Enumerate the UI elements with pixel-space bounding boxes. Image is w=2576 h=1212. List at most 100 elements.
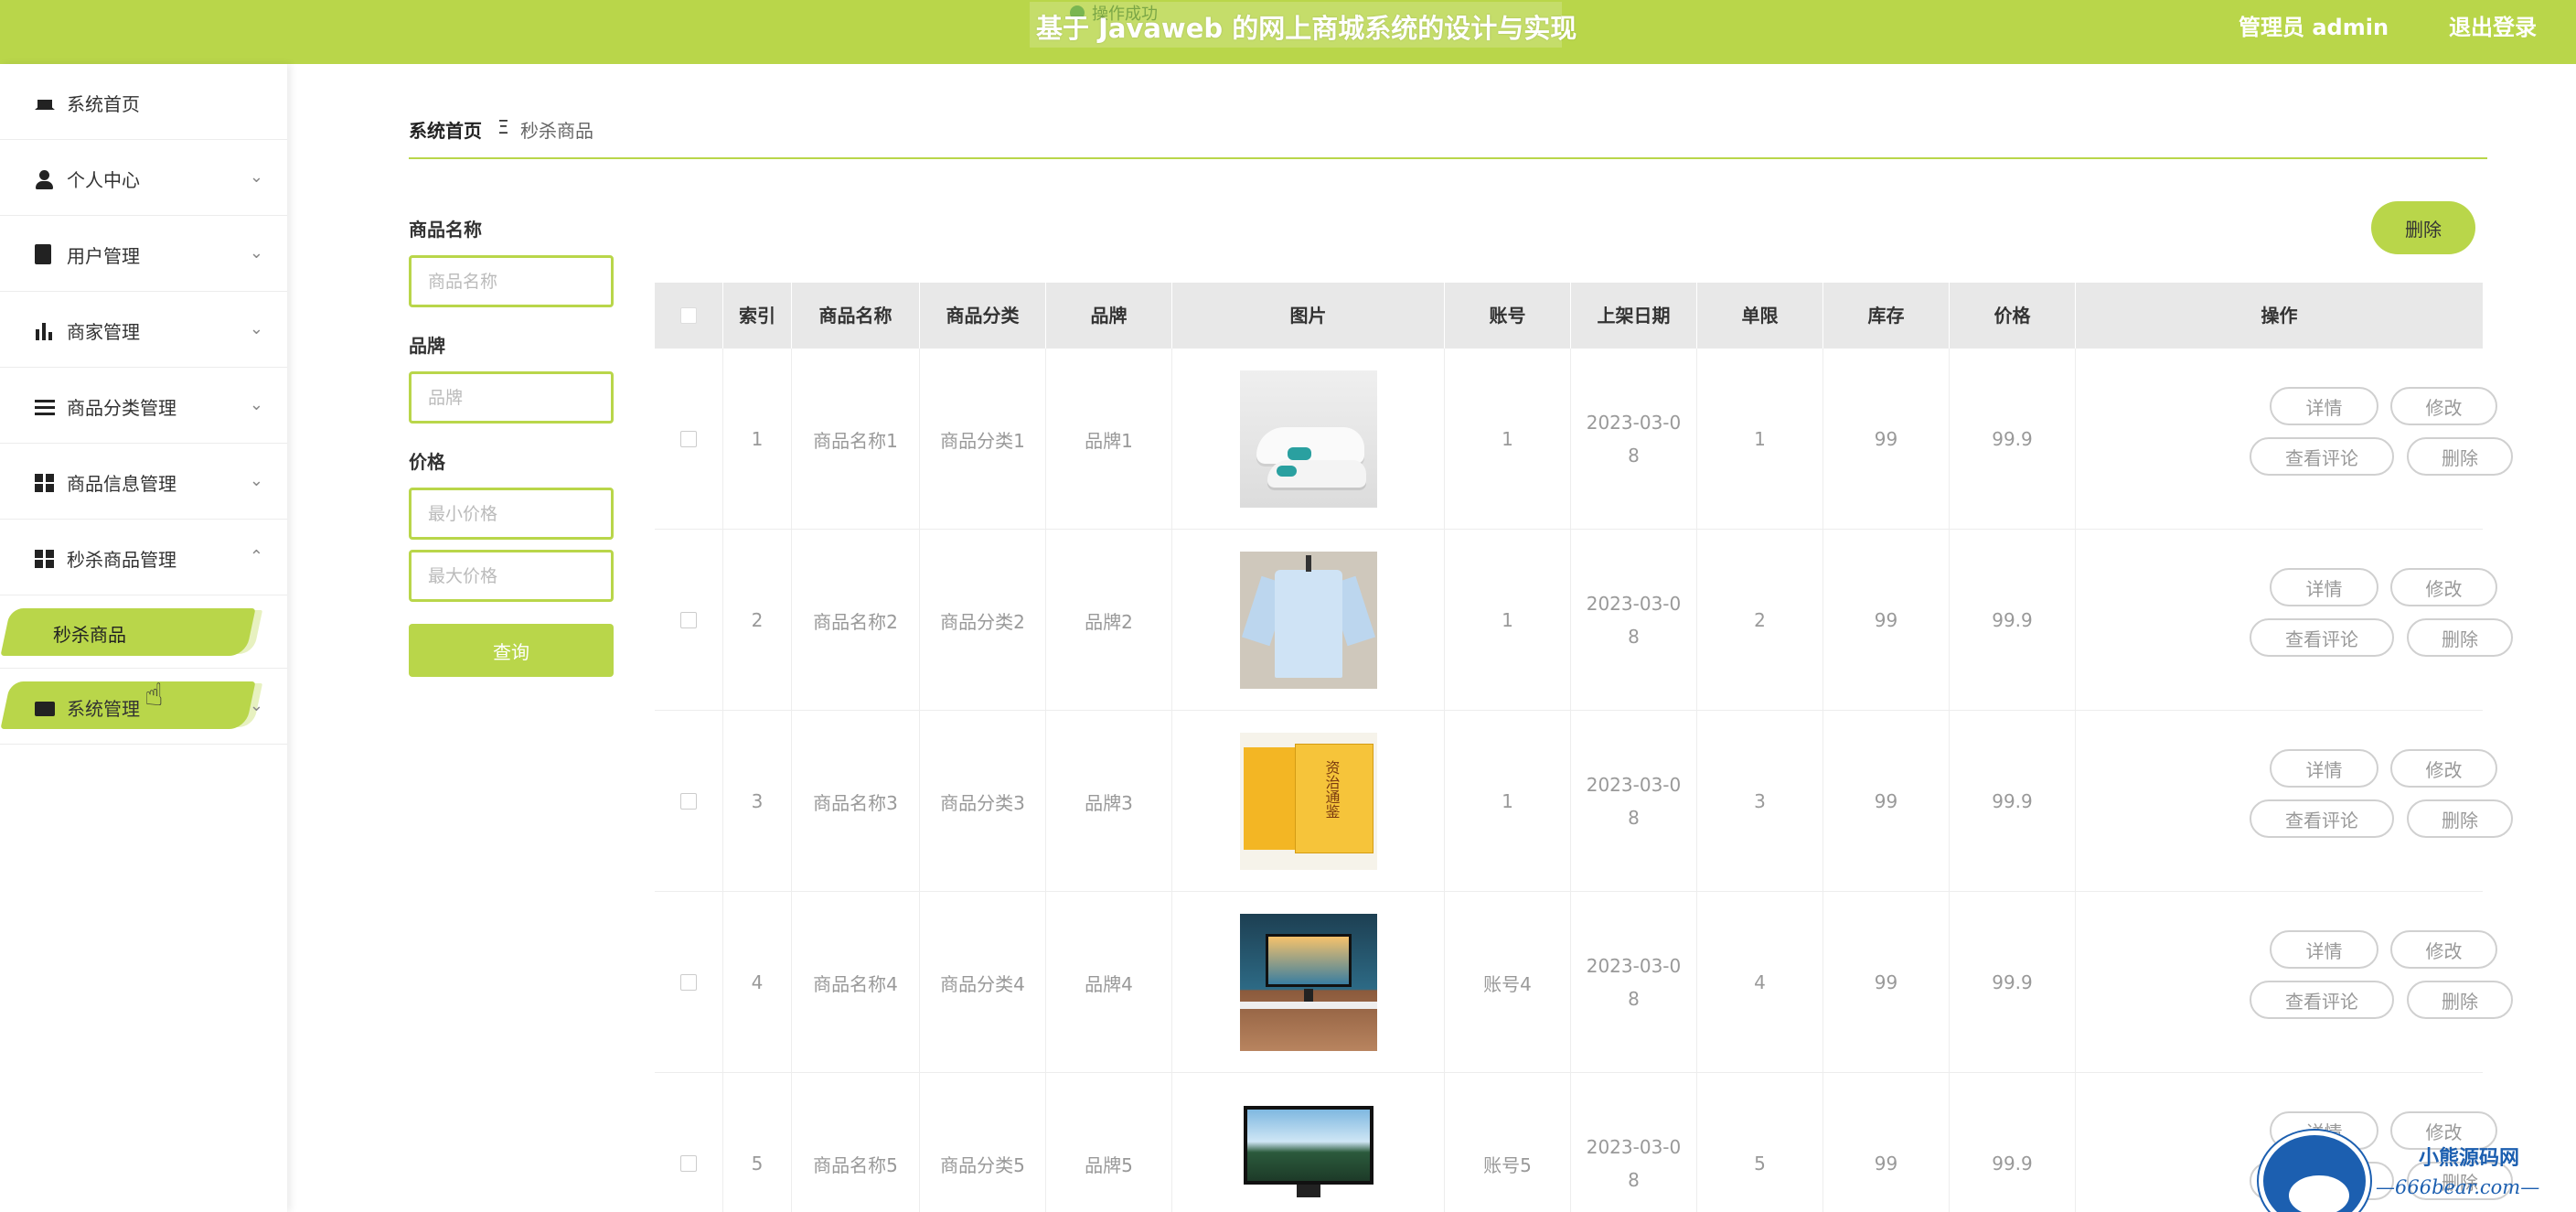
desk-setup-photo [1239,914,1377,1051]
sidebar-item-users[interactable]: 用户管理 ⌄ [0,216,287,292]
stock-cell: 99 [1823,1073,1950,1212]
edit-button[interactable]: 修改 [2390,930,2497,969]
wallet-icon [35,702,55,716]
min-price-input[interactable] [409,488,614,540]
category-cell: 商品分类1 [920,349,1046,530]
row-checkbox[interactable] [680,1155,697,1172]
detail-button[interactable]: 详情 [2270,749,2378,788]
sidebar-item-products[interactable]: 商品信息管理 ⌄ [0,444,287,520]
operations-cell: 详情 修改 查看评论 删除 [2138,892,2513,1073]
row-checkbox-cell [655,530,723,711]
row-checkbox-cell [655,1073,723,1212]
detail-button[interactable]: 详情 [2270,930,2378,969]
detail-button[interactable]: 详情 [2270,568,2378,606]
price-cell: 99.9 [1950,892,2076,1073]
date-cell: 2023-03-08 [1586,412,1682,467]
grid-icon [35,474,55,492]
image-cell: 资治通鉴 [1172,711,1445,892]
column-header: 商品分类 [920,283,1046,349]
limit-cell: 5 [1697,1073,1823,1212]
view-reviews-button[interactable]: 查看评论 [2250,981,2394,1019]
search-button[interactable]: 查询 [409,624,614,677]
table-row: 5 商品名称5 商品分类5 品牌5 账号5 2023-03-08 5 99 99… [655,1073,2513,1212]
breadcrumb-divider [409,157,2487,159]
table-row: 1 商品名称1 商品分类1 品牌1 1 2023-03-08 1 99 99.9… [655,349,2513,530]
row-checkbox[interactable] [680,974,697,991]
brand-input[interactable] [409,371,614,424]
row-checkbox[interactable] [680,793,697,810]
logout-link[interactable]: 退出登录 [2449,9,2537,41]
delete-button[interactable]: 删除 [2407,981,2513,1019]
date-cell-wrap: 2023-03-08 [1571,1073,1697,1212]
shirt-photo [1239,552,1377,689]
detail-button[interactable]: 详情 [2270,387,2378,425]
date-cell: 2023-03-08 [1586,593,1682,648]
stock-cell: 99 [1823,711,1950,892]
table-header: 索引 商品名称 商品分类 品牌 图片 账号 上架日期 单限 库存 价格 操作 [655,283,2483,349]
watermark-logo: 小熊源码网 —666bear.com— [2259,1114,2576,1212]
hand-cursor-icon: ☝ [144,677,164,713]
delete-button[interactable]: 删除 [2407,437,2513,476]
brand-cell: 品牌4 [1046,892,1172,1073]
product-name-input[interactable] [409,255,614,307]
date-cell-wrap: 2023-03-08 [1571,711,1697,892]
brand-cell: 品牌2 [1046,530,1172,711]
brand-cell: 品牌3 [1046,711,1172,892]
name-cell: 商品名称3 [792,711,920,892]
sidebar: 系统首页 个人中心 ⌄ 用户管理 ⌄ 商家管理 ⌄ 商品分类管理 ⌄ 商品信息管… [0,64,287,1212]
edit-button[interactable]: 修改 [2390,387,2497,425]
index-cell: 4 [723,892,792,1073]
sidebar-item-flash-sale[interactable]: 秒杀商品管理 ⌃ [0,520,287,595]
view-reviews-button[interactable]: 查看评论 [2250,437,2394,476]
view-reviews-button[interactable]: 查看评论 [2250,799,2394,838]
sidebar-item-merchants[interactable]: 商家管理 ⌄ [0,292,287,368]
book-cover-text: 资治通鉴 [1322,760,1341,819]
breadcrumb-separator: Ξ [497,116,509,138]
max-price-input[interactable] [409,550,614,602]
index-cell: 2 [723,530,792,711]
chevron-down-icon: ⌄ [249,167,263,187]
brand-cell: 品牌5 [1046,1073,1172,1212]
stock-cell: 99 [1823,892,1950,1073]
column-header: 操作 [2261,305,2298,327]
sidebar-item-label: 商品分类管理 [67,397,176,419]
row-checkbox[interactable] [680,431,697,447]
sidebar-item-label: 秒杀商品管理 [67,549,176,571]
delete-button[interactable]: 删除 [2407,618,2513,657]
sidebar-item-home[interactable]: 系统首页 [0,64,287,140]
row-checkbox[interactable] [680,612,697,628]
account-cell: 账号5 [1445,1073,1571,1212]
sidebar-item-label: 系统首页 [67,93,140,115]
bar-chart-icon [35,322,55,340]
view-reviews-button[interactable]: 查看评论 [2250,618,2394,657]
home-icon-base [37,100,52,110]
sidebar-item-label: 用户管理 [67,245,140,267]
chevron-down-icon: ⌄ [249,395,263,414]
sidebar-item-system[interactable]: 系统管理 ⌄ [0,669,287,745]
sidebar-item-categories[interactable]: 商品分类管理 ⌄ [0,368,287,444]
system-title: 基于 Javaweb 的网上商城系统的设计与实现 [1036,13,1577,44]
sidebar-subitem-flash-sale-goods[interactable]: 秒杀商品 [0,595,287,669]
account-cell: 1 [1445,711,1571,892]
user-icon [35,170,55,189]
delete-button[interactable]: 删除 [2407,799,2513,838]
price-cell: 99.9 [1950,349,2076,530]
name-cell: 商品名称2 [792,530,920,711]
column-header: 索引 [723,283,792,349]
edit-button[interactable]: 修改 [2390,568,2497,606]
edit-button[interactable]: 修改 [2390,749,2497,788]
row-checkbox-cell [655,892,723,1073]
sneaker-photo [1239,370,1377,508]
brand-label: 品牌 [409,335,445,357]
category-cell: 商品分类3 [920,711,1046,892]
breadcrumb-home[interactable]: 系统首页 [409,116,482,143]
table-row: 2 商品名称2 商品分类2 品牌2 1 2023-03-08 2 99 99.9… [655,530,2513,711]
batch-delete-button[interactable]: 删除 [2371,201,2475,254]
sidebar-item-personal-center[interactable]: 个人中心 ⌄ [0,140,287,216]
price-label: 价格 [409,451,445,473]
select-all-checkbox[interactable] [680,307,697,324]
date-cell: 2023-03-08 [1586,955,1682,1010]
name-cell: 商品名称4 [792,892,920,1073]
category-cell: 商品分类4 [920,892,1046,1073]
chevron-down-icon: ⌄ [249,471,263,490]
